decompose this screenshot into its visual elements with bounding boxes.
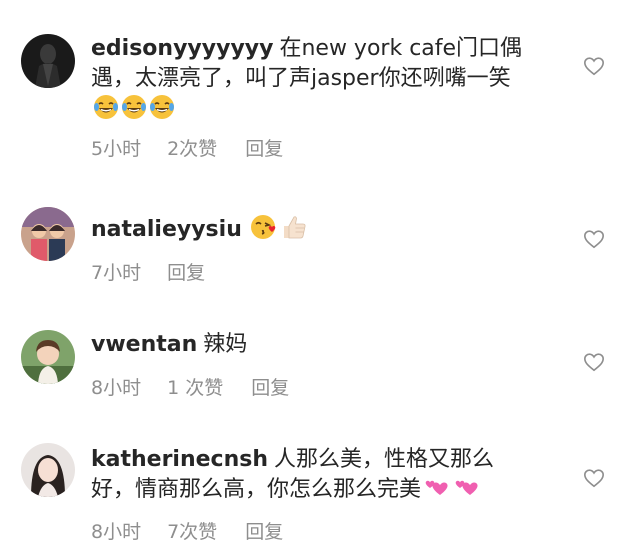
laughing-tears-icon (93, 94, 119, 129)
comment-item: vwentan 辣妈 8小时 1 次赞 回复 (0, 310, 641, 420)
comment-username[interactable]: natalieyysiu (91, 217, 242, 242)
comment-meta: 5小时 2次赞 回复 (91, 134, 283, 161)
comment-username[interactable]: katherinecnsh (91, 447, 268, 472)
thumbs-up-icon (280, 213, 308, 250)
comment-likes[interactable]: 1 次赞 (167, 373, 223, 400)
two-hearts-icon (423, 475, 451, 510)
comment-meta: 7小时 回复 (91, 258, 205, 285)
avatar[interactable] (21, 34, 75, 88)
avatar[interactable] (21, 207, 75, 261)
comment-time: 8小时 (91, 377, 142, 399)
avatar[interactable] (21, 330, 75, 384)
comment-time: 7小时 (91, 262, 142, 284)
heart-icon[interactable] (583, 351, 605, 373)
comment-username[interactable]: edisonyyyyyyy (91, 36, 273, 61)
comment-item: edisonyyyyyyy 在new york cafe门口偶遇，太漂亮了，叫了声… (0, 0, 641, 175)
comment-message: 辣妈 (203, 332, 248, 357)
heart-icon[interactable] (583, 228, 605, 250)
comment-likes[interactable]: 2次赞 (167, 134, 217, 161)
comment-text: edisonyyyyyyy 在new york cafe门口偶遇，太漂亮了，叫了声… (91, 34, 531, 129)
comment-text: katherinecnsh 人那么美，性格又那么好，情商那么高，你怎么那么完美 (91, 445, 531, 510)
comment-item: katherinecnsh 人那么美，性格又那么好，情商那么高，你怎么那么完美 8… (0, 425, 641, 543)
comment-meta: 8小时 1 次赞 回复 (91, 373, 289, 400)
reply-button[interactable]: 回复 (245, 134, 283, 161)
comment-likes[interactable]: 7次赞 (167, 517, 217, 544)
comment-time: 8小时 (91, 521, 142, 543)
comment-meta: 8小时 7次赞 回复 (91, 517, 283, 544)
comment-text: vwentan 辣妈 (91, 330, 531, 360)
comment-time: 5小时 (91, 138, 142, 160)
comment-text: natalieyysiu (91, 213, 531, 250)
kissing-heart-icon (250, 213, 278, 250)
reply-button[interactable]: 回复 (251, 373, 289, 400)
reply-button[interactable]: 回复 (245, 517, 283, 544)
reply-button[interactable]: 回复 (167, 258, 205, 285)
heart-icon[interactable] (583, 55, 605, 77)
comment-username[interactable]: vwentan (91, 332, 197, 357)
laughing-tears-icon (149, 94, 175, 129)
heart-icon[interactable] (583, 467, 605, 489)
laughing-tears-icon (121, 94, 147, 129)
comment-item: natalieyysiu 7小时 回复 (0, 195, 641, 305)
two-hearts-icon (453, 475, 481, 510)
avatar[interactable] (21, 443, 75, 497)
